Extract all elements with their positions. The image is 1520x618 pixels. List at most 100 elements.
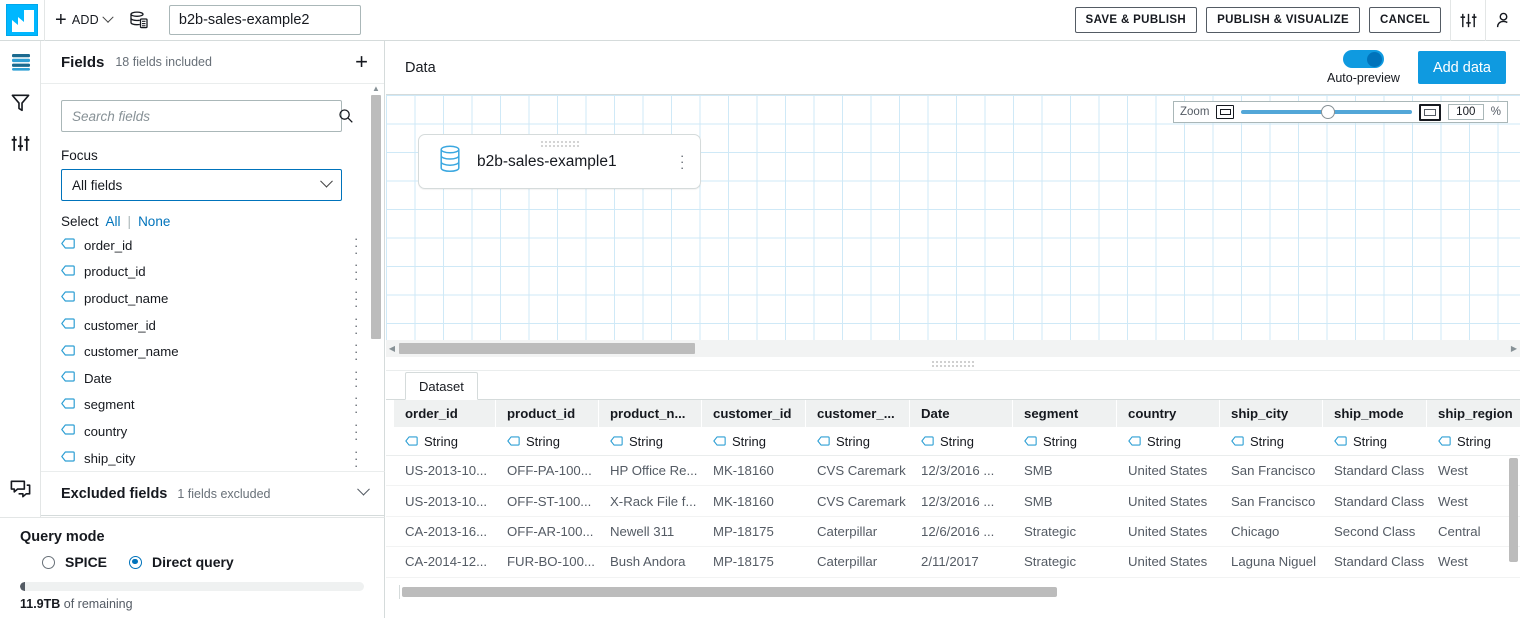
select-none-link[interactable]: None	[138, 214, 170, 229]
database-button[interactable]	[121, 0, 157, 41]
cancel-button[interactable]: CANCEL	[1368, 7, 1441, 33]
canvas-horizontal-scrollbar[interactable]: ◀ ▶	[386, 340, 1520, 357]
quicksight-logo[interactable]	[6, 4, 38, 36]
field-list-item[interactable]: ship_city · · ·	[61, 445, 364, 472]
field-menu-button[interactable]: · · ·	[354, 445, 358, 472]
rail-item-settings[interactable]	[0, 123, 41, 164]
add-data-button[interactable]: Add data	[1417, 51, 1506, 84]
column-type[interactable]: String	[496, 427, 598, 455]
column-header[interactable]: ship_mode	[1323, 400, 1426, 427]
field-list-item[interactable]: country · · ·	[61, 418, 364, 445]
focus-select-value: All fields	[72, 177, 123, 193]
column-header[interactable]: Date	[910, 400, 1012, 427]
field-list-item[interactable]: order_id · · ·	[61, 232, 364, 259]
field-menu-button[interactable]: · · ·	[354, 258, 358, 285]
zoom-slider[interactable]	[1241, 105, 1412, 119]
column-header[interactable]: ship_city	[1220, 400, 1322, 427]
column-header[interactable]: order_id	[394, 400, 495, 427]
column-type[interactable]: String	[702, 427, 805, 455]
field-menu-button[interactable]: · · ·	[354, 285, 358, 312]
fields-scrollbar[interactable]: ▲	[370, 84, 382, 517]
column-header[interactable]: customer_...	[806, 400, 909, 427]
field-list-item[interactable]: segment · · ·	[61, 391, 364, 418]
dataset-name-input[interactable]	[168, 5, 361, 35]
field-menu-button[interactable]: · · ·	[354, 232, 358, 259]
radio-direct-query[interactable]	[129, 555, 143, 569]
table-row[interactable]: CA-2014-12... FUR-BO-100... Bush Andora MP-…	[386, 547, 1520, 578]
grid-scroll-area[interactable]: order_id product_id product_n... customer_i…	[386, 400, 1520, 598]
dataset-node-menu-button[interactable]: · · ·	[680, 149, 684, 174]
fields-panel-body: Focus All fields Select All | None order…	[41, 84, 384, 517]
rail-item-comments[interactable]	[0, 469, 41, 510]
column-header[interactable]: segment	[1013, 400, 1116, 427]
column-type[interactable]: String	[1427, 427, 1520, 455]
search-fields-input[interactable]	[61, 100, 342, 132]
field-list-item[interactable]: customer_name · · ·	[61, 338, 364, 365]
tab-dataset[interactable]: Dataset	[405, 372, 478, 400]
column-type[interactable]: String	[910, 427, 1012, 455]
column-type-label: String	[1250, 433, 1284, 449]
field-menu-button[interactable]: · · ·	[354, 418, 358, 445]
scrollbar-thumb[interactable]	[402, 587, 1057, 597]
column-type[interactable]: String	[1117, 427, 1219, 455]
column-type[interactable]: String	[806, 427, 909, 455]
scrollbar-thumb[interactable]	[399, 343, 695, 354]
field-list-item[interactable]: customer_id · · ·	[61, 312, 364, 339]
string-type-icon	[61, 236, 75, 254]
select-all-link[interactable]: All	[106, 214, 121, 229]
rail-item-filter[interactable]	[0, 82, 41, 123]
field-name-label: customer_name	[84, 344, 179, 360]
save-and-publish-button[interactable]: SAVE & PUBLISH	[1074, 7, 1198, 33]
column-header[interactable]: ship_region	[1427, 400, 1520, 427]
settings-button[interactable]	[1451, 0, 1485, 41]
zoom-fit-small-button[interactable]	[1216, 105, 1235, 119]
column-type[interactable]: String	[394, 427, 495, 455]
panel-resize-handle[interactable]	[386, 357, 1520, 370]
column-header[interactable]: customer_id	[702, 400, 805, 427]
scroll-right-arrow[interactable]: ▶	[1508, 344, 1520, 353]
scrollbar-thumb[interactable]	[371, 95, 381, 339]
grid-type-row: String String String String String String Stri…	[386, 427, 1520, 456]
rail-item-fields[interactable]	[0, 41, 41, 82]
zoom-fit-large-button[interactable]	[1418, 103, 1441, 121]
user-profile-button[interactable]	[1486, 0, 1520, 41]
column-type[interactable]: String	[1323, 427, 1426, 455]
table-cell: Strategic	[1024, 523, 1077, 539]
zoom-slider-handle[interactable]	[1321, 105, 1336, 119]
auto-preview-toggle[interactable]	[1342, 50, 1384, 68]
column-header[interactable]: product_id	[496, 400, 598, 427]
field-menu-button[interactable]: · · ·	[354, 391, 358, 418]
node-drag-handle[interactable]	[539, 140, 580, 148]
column-type[interactable]: String	[1013, 427, 1116, 455]
column-type[interactable]: String	[1220, 427, 1322, 455]
data-flow-canvas[interactable]: b2b-sales-example1 ··· Zoom %	[386, 94, 1520, 340]
field-list-item[interactable]: product_id · · ·	[61, 258, 364, 285]
zoom-value-input[interactable]	[1447, 104, 1484, 120]
scroll-up-arrow[interactable]: ▲	[370, 84, 382, 94]
excluded-fields-section[interactable]: Excluded fields 1 fields excluded	[41, 471, 385, 516]
column-header[interactable]: country	[1117, 400, 1219, 427]
add-button[interactable]: + ADD	[45, 0, 121, 41]
radio-spice[interactable]	[42, 555, 55, 569]
grid-horizontal-scrollbar[interactable]	[386, 584, 1520, 600]
chevron-down-icon[interactable]	[357, 482, 370, 496]
table-row[interactable]: CA-2013-16... OFF-AR-100... Newell 311 MP-1…	[386, 517, 1520, 548]
grid-vertical-scrollbar[interactable]	[1509, 458, 1518, 562]
dataset-node[interactable]: b2b-sales-example1 · · ·	[418, 134, 701, 189]
column-type[interactable]: String	[599, 427, 701, 455]
table-row[interactable]: US-2013-10... OFF-PA-100... HP Office Re..…	[386, 456, 1520, 487]
radio-direct-query-label[interactable]: Direct query	[152, 554, 234, 570]
scrollbar-edge	[399, 585, 400, 599]
table-row[interactable]: US-2013-10... OFF-ST-100... X-Rack File f.…	[386, 486, 1520, 517]
field-list-item[interactable]: Date · · ·	[61, 365, 364, 392]
field-menu-button[interactable]: · · ·	[354, 312, 358, 339]
focus-select[interactable]: All fields	[61, 169, 342, 201]
field-menu-button[interactable]: · · ·	[354, 365, 358, 392]
column-header[interactable]: product_n...	[599, 400, 701, 427]
scroll-left-arrow[interactable]: ◀	[386, 344, 398, 353]
publish-and-visualize-button[interactable]: PUBLISH & VISUALIZE	[1206, 7, 1360, 33]
radio-spice-label[interactable]: SPICE	[65, 554, 107, 570]
field-menu-button[interactable]: · · ·	[354, 338, 358, 365]
add-field-button[interactable]: +	[355, 51, 368, 73]
field-list-item[interactable]: product_name · · ·	[61, 285, 364, 312]
